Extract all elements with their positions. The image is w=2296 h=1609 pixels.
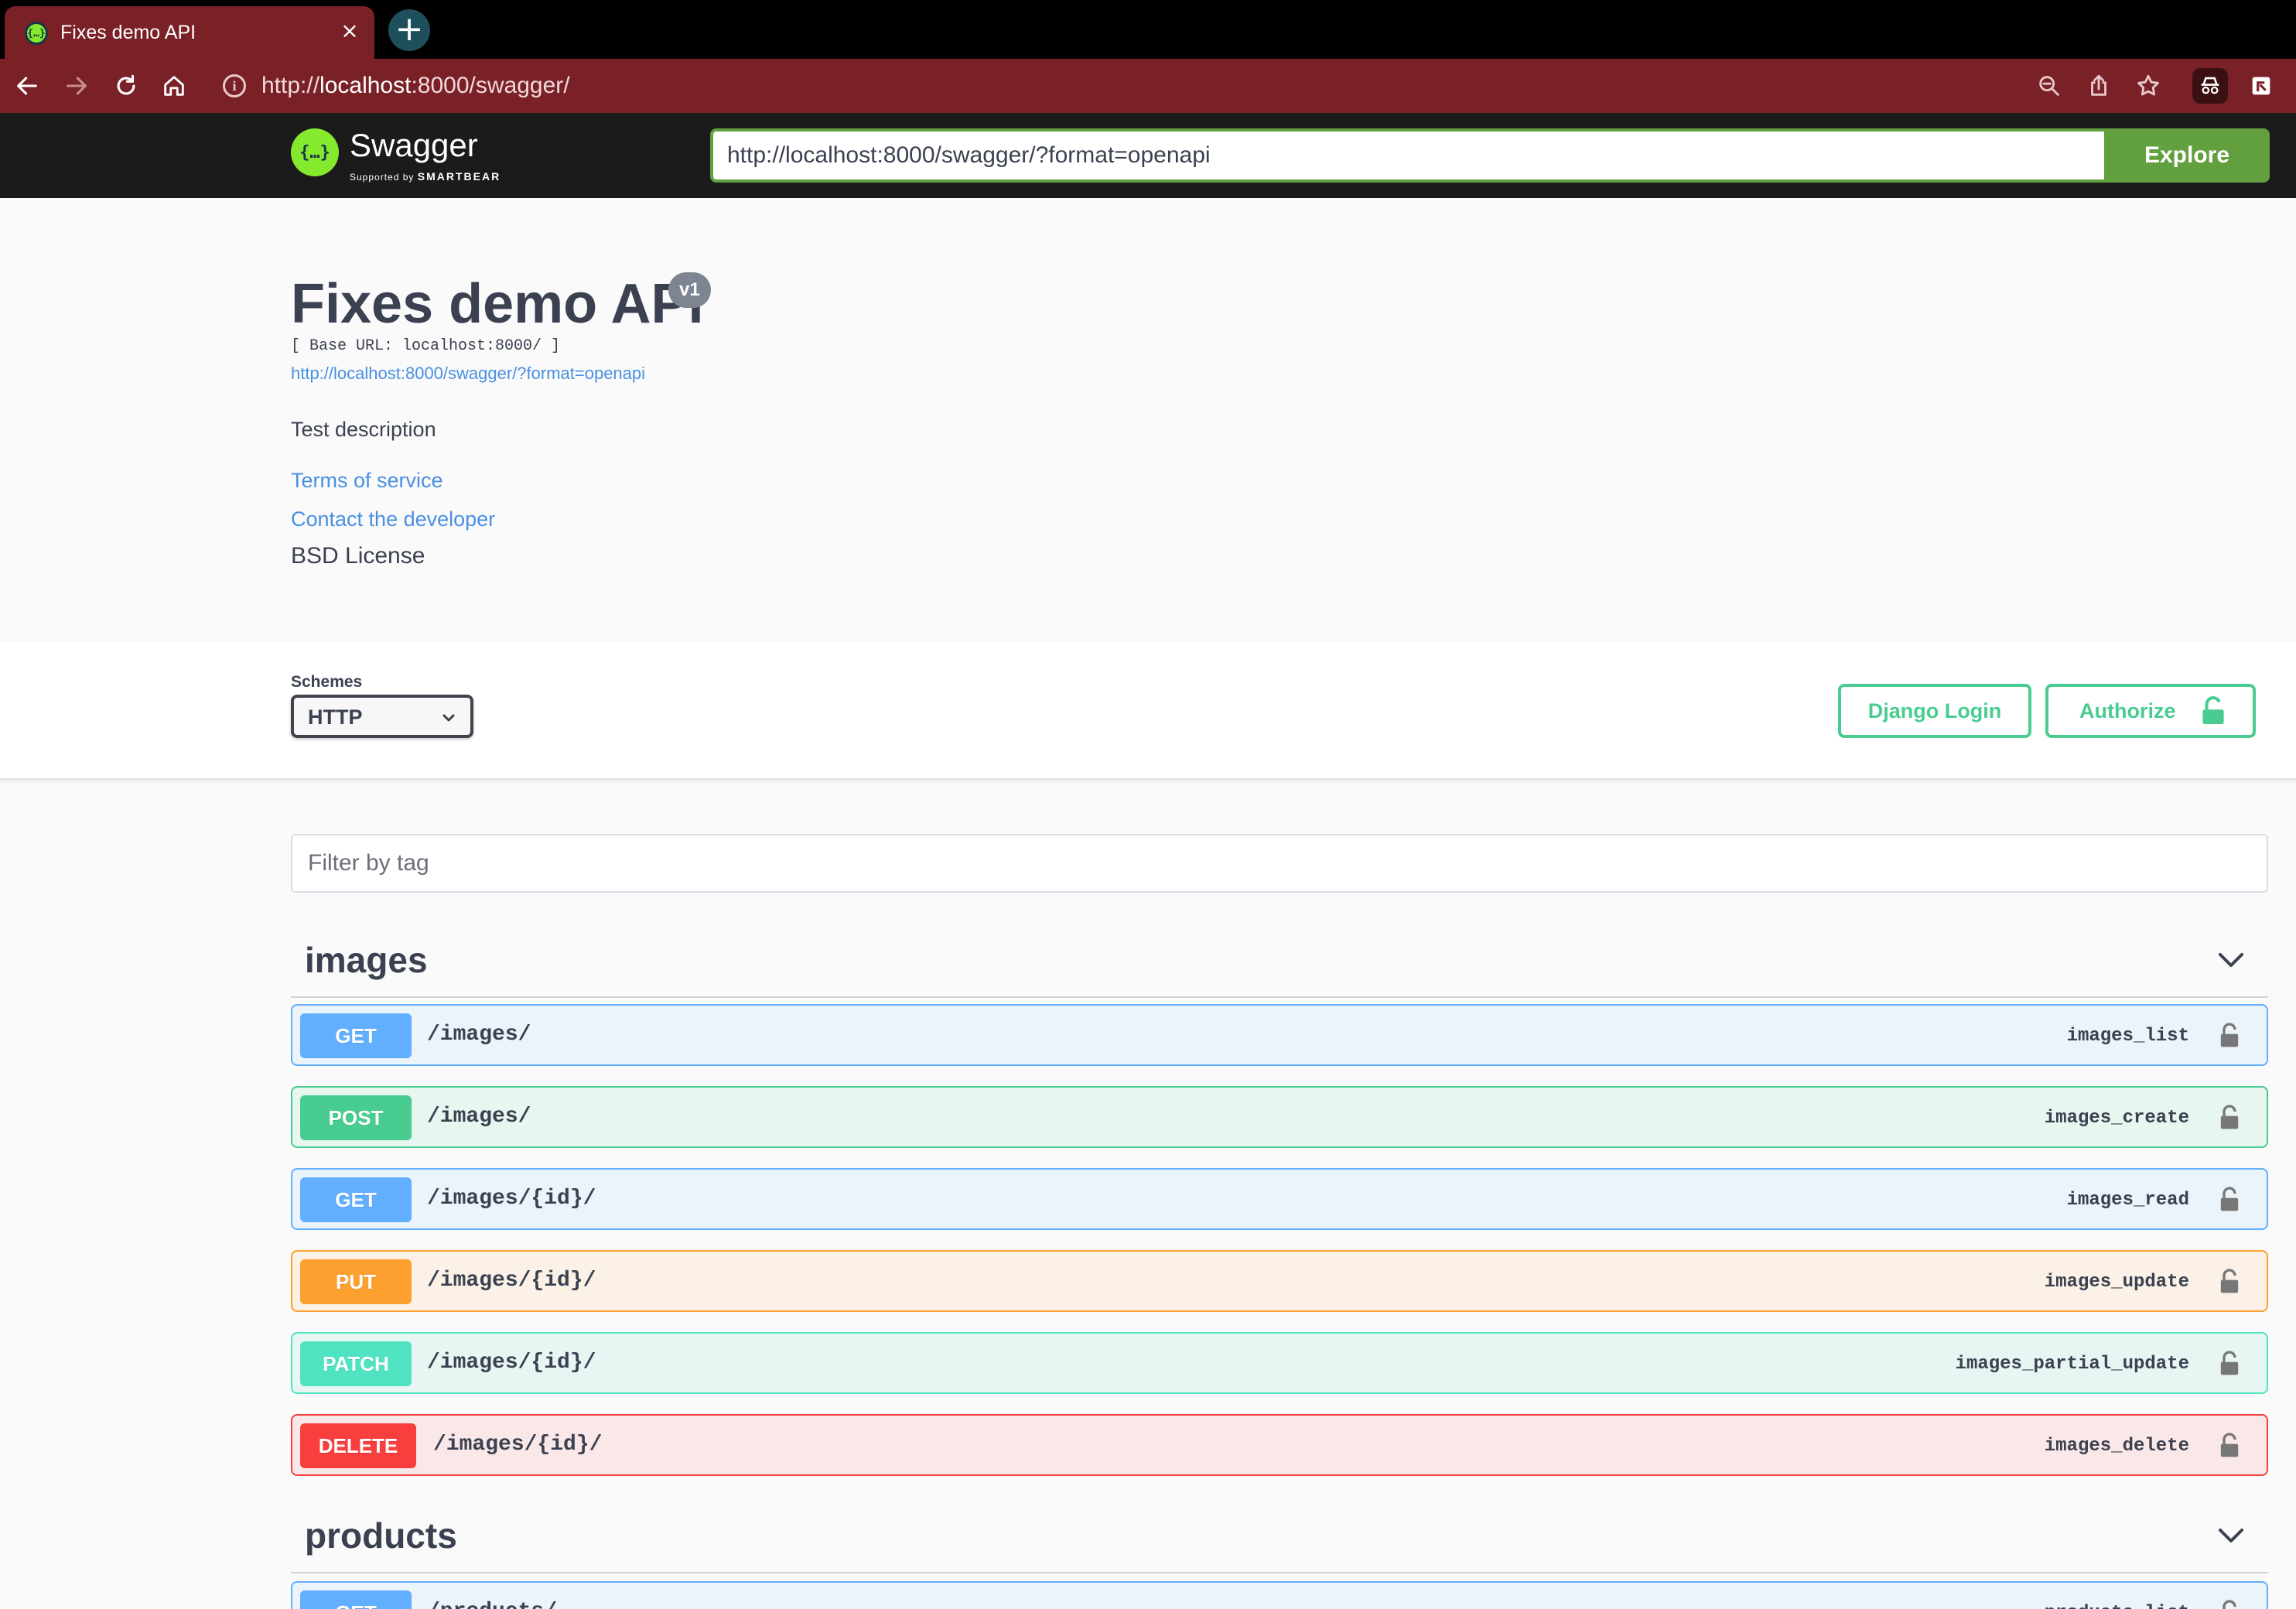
star-icon <box>2137 74 2159 96</box>
share-button[interactable] <box>2081 68 2117 104</box>
reload-button[interactable] <box>108 68 144 104</box>
info-icon[interactable]: i <box>223 74 246 97</box>
schemes-select[interactable]: HTTP <box>291 695 473 738</box>
operation-row[interactable]: PATCH /images/{id}/ images_partial_updat… <box>291 1332 2268 1394</box>
operation-row[interactable]: GET /products/ products_list <box>291 1581 2268 1609</box>
method-badge: GET <box>300 1590 412 1609</box>
tag-name: images <box>305 940 428 980</box>
smartbear-tagline: Supported by SMARTBEAR <box>350 170 501 183</box>
method-badge: DELETE <box>300 1423 416 1468</box>
bookmark-button[interactable] <box>2130 68 2166 104</box>
base-url: [ Base URL: localhost:8000/ ] <box>291 337 561 355</box>
contact-link[interactable]: Contact the developer <box>291 507 495 531</box>
reload-icon <box>117 74 135 95</box>
chevron-down-icon[interactable] <box>2216 945 2246 976</box>
license-text: BSD License <box>291 543 425 569</box>
home-button[interactable] <box>156 68 192 104</box>
home-icon <box>164 76 184 96</box>
operation-path: /images/{id}/ <box>427 1351 596 1375</box>
method-badge: PATCH <box>300 1341 412 1386</box>
operation-path: /images/ <box>427 1105 531 1129</box>
profile-button[interactable] <box>2192 68 2228 104</box>
django-login-button[interactable]: Django Login <box>1838 684 2031 738</box>
operation-id: images_delete <box>2044 1436 2189 1457</box>
method-badge: PUT <box>300 1259 412 1304</box>
method-badge: GET <box>300 1177 412 1222</box>
operation-id: images_update <box>2044 1272 2189 1293</box>
zoom-button[interactable] <box>2031 68 2067 104</box>
lock-icon[interactable] <box>2219 1267 2240 1295</box>
method-badge: GET <box>300 1013 412 1058</box>
authorize-label: Authorize <box>2079 699 2176 723</box>
operation-id: images_read <box>2066 1190 2189 1211</box>
lock-icon[interactable] <box>2219 1021 2240 1049</box>
swagger-favicon-icon: {…} <box>25 22 48 45</box>
operation-id: images_list <box>2066 1026 2189 1047</box>
spec-url-input[interactable]: http://localhost:8000/swagger/?format=op… <box>710 128 2104 183</box>
schemes-bar: Schemes HTTP Django Login Authorize <box>0 642 2296 780</box>
operation-path: /images/ <box>427 1023 531 1047</box>
forward-button[interactable] <box>59 68 94 104</box>
terms-link[interactable]: Terms of service <box>291 469 443 493</box>
swagger-logo-icon[interactable]: {…} <box>291 128 339 176</box>
operation-row[interactable]: GET /images/{id}/ images_read <box>291 1168 2268 1230</box>
schemes-selected-value: HTTP <box>308 705 363 729</box>
operation-path: /products/ <box>427 1600 557 1609</box>
lock-icon[interactable] <box>2219 1598 2240 1609</box>
tab-title: Fixes demo API <box>60 22 196 43</box>
address-bar[interactable]: i http://localhost:8000/swagger/ <box>210 65 2250 107</box>
api-title: Fixes demo API <box>291 273 704 335</box>
operation-path: /images/{id}/ <box>427 1187 596 1211</box>
operation-id: products_list <box>2045 1603 2189 1609</box>
swagger-logo-text[interactable]: Swagger <box>350 127 478 164</box>
authorize-button[interactable]: Authorize <box>2045 684 2256 738</box>
swagger-topbar: {…} Swagger Supported by SMARTBEAR http:… <box>0 113 2296 198</box>
api-description: Test description <box>291 418 436 441</box>
operation-id: images_partial_update <box>1955 1354 2189 1375</box>
operation-row[interactable]: PUT /images/{id}/ images_update <box>291 1250 2268 1312</box>
browser-tab-strip: {…} Fixes demo API × + <box>0 0 2296 59</box>
lock-icon[interactable] <box>2219 1185 2240 1213</box>
lock-icon[interactable] <box>2219 1349 2240 1377</box>
arrow-right-icon <box>67 77 87 95</box>
extension-button[interactable] <box>2243 68 2279 104</box>
version-badge: v1 <box>668 272 711 308</box>
browser-toolbar: i http://localhost:8000/swagger/ <box>0 59 2296 113</box>
browser-tab[interactable]: {…} Fixes demo API × <box>5 6 374 59</box>
tab-close-icon[interactable]: × <box>336 17 364 45</box>
spec-link[interactable]: http://localhost:8000/swagger/?format=op… <box>291 364 645 384</box>
filter-by-tag-input[interactable]: Filter by tag <box>291 834 2268 893</box>
operation-id: images_create <box>2044 1108 2189 1129</box>
operation-path: /images/{id}/ <box>433 1433 603 1457</box>
new-tab-button[interactable]: + <box>388 9 430 51</box>
lock-icon[interactable] <box>2219 1103 2240 1131</box>
method-badge: POST <box>300 1095 412 1140</box>
tag-name: products <box>305 1515 457 1556</box>
incognito-icon <box>2201 77 2219 94</box>
operation-row[interactable]: POST /images/ images_create <box>291 1086 2268 1148</box>
arrow-left-icon <box>17 77 37 95</box>
chevron-down-icon[interactable] <box>2216 1521 2246 1552</box>
chevron-down-icon <box>442 714 455 722</box>
operation-path: /images/{id}/ <box>427 1269 596 1293</box>
extension-icon <box>2252 77 2270 95</box>
zoom-icon <box>2039 76 2059 96</box>
operation-row[interactable]: GET /images/ images_list <box>291 1004 2268 1066</box>
schemes-label: Schemes <box>291 673 363 691</box>
lock-icon[interactable] <box>2219 1431 2240 1459</box>
tag-header-images[interactable]: images <box>291 925 2268 998</box>
address-url[interactable]: http://localhost:8000/swagger/ <box>261 73 570 99</box>
tag-header-products[interactable]: products <box>291 1501 2268 1573</box>
api-info: Fixes demo API v1 [ Base URL: localhost:… <box>0 198 2296 642</box>
unlock-icon <box>2202 696 2224 724</box>
explore-button[interactable]: Explore <box>2104 128 2270 183</box>
share-icon <box>2091 74 2106 96</box>
back-button[interactable] <box>9 68 45 104</box>
operation-row[interactable]: DELETE /images/{id}/ images_delete <box>291 1414 2268 1476</box>
